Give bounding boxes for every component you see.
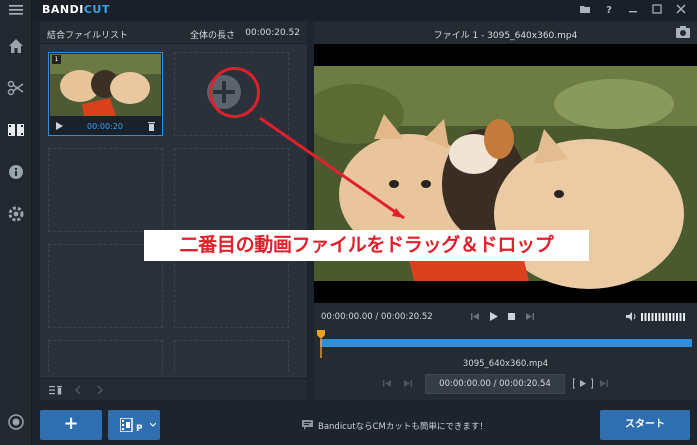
annotation-banner: 二番目の動画ファイルをドラッグ＆ドロップ	[144, 230, 589, 261]
annotation-circle	[209, 67, 260, 118]
annotation-arrow	[259, 116, 405, 220]
